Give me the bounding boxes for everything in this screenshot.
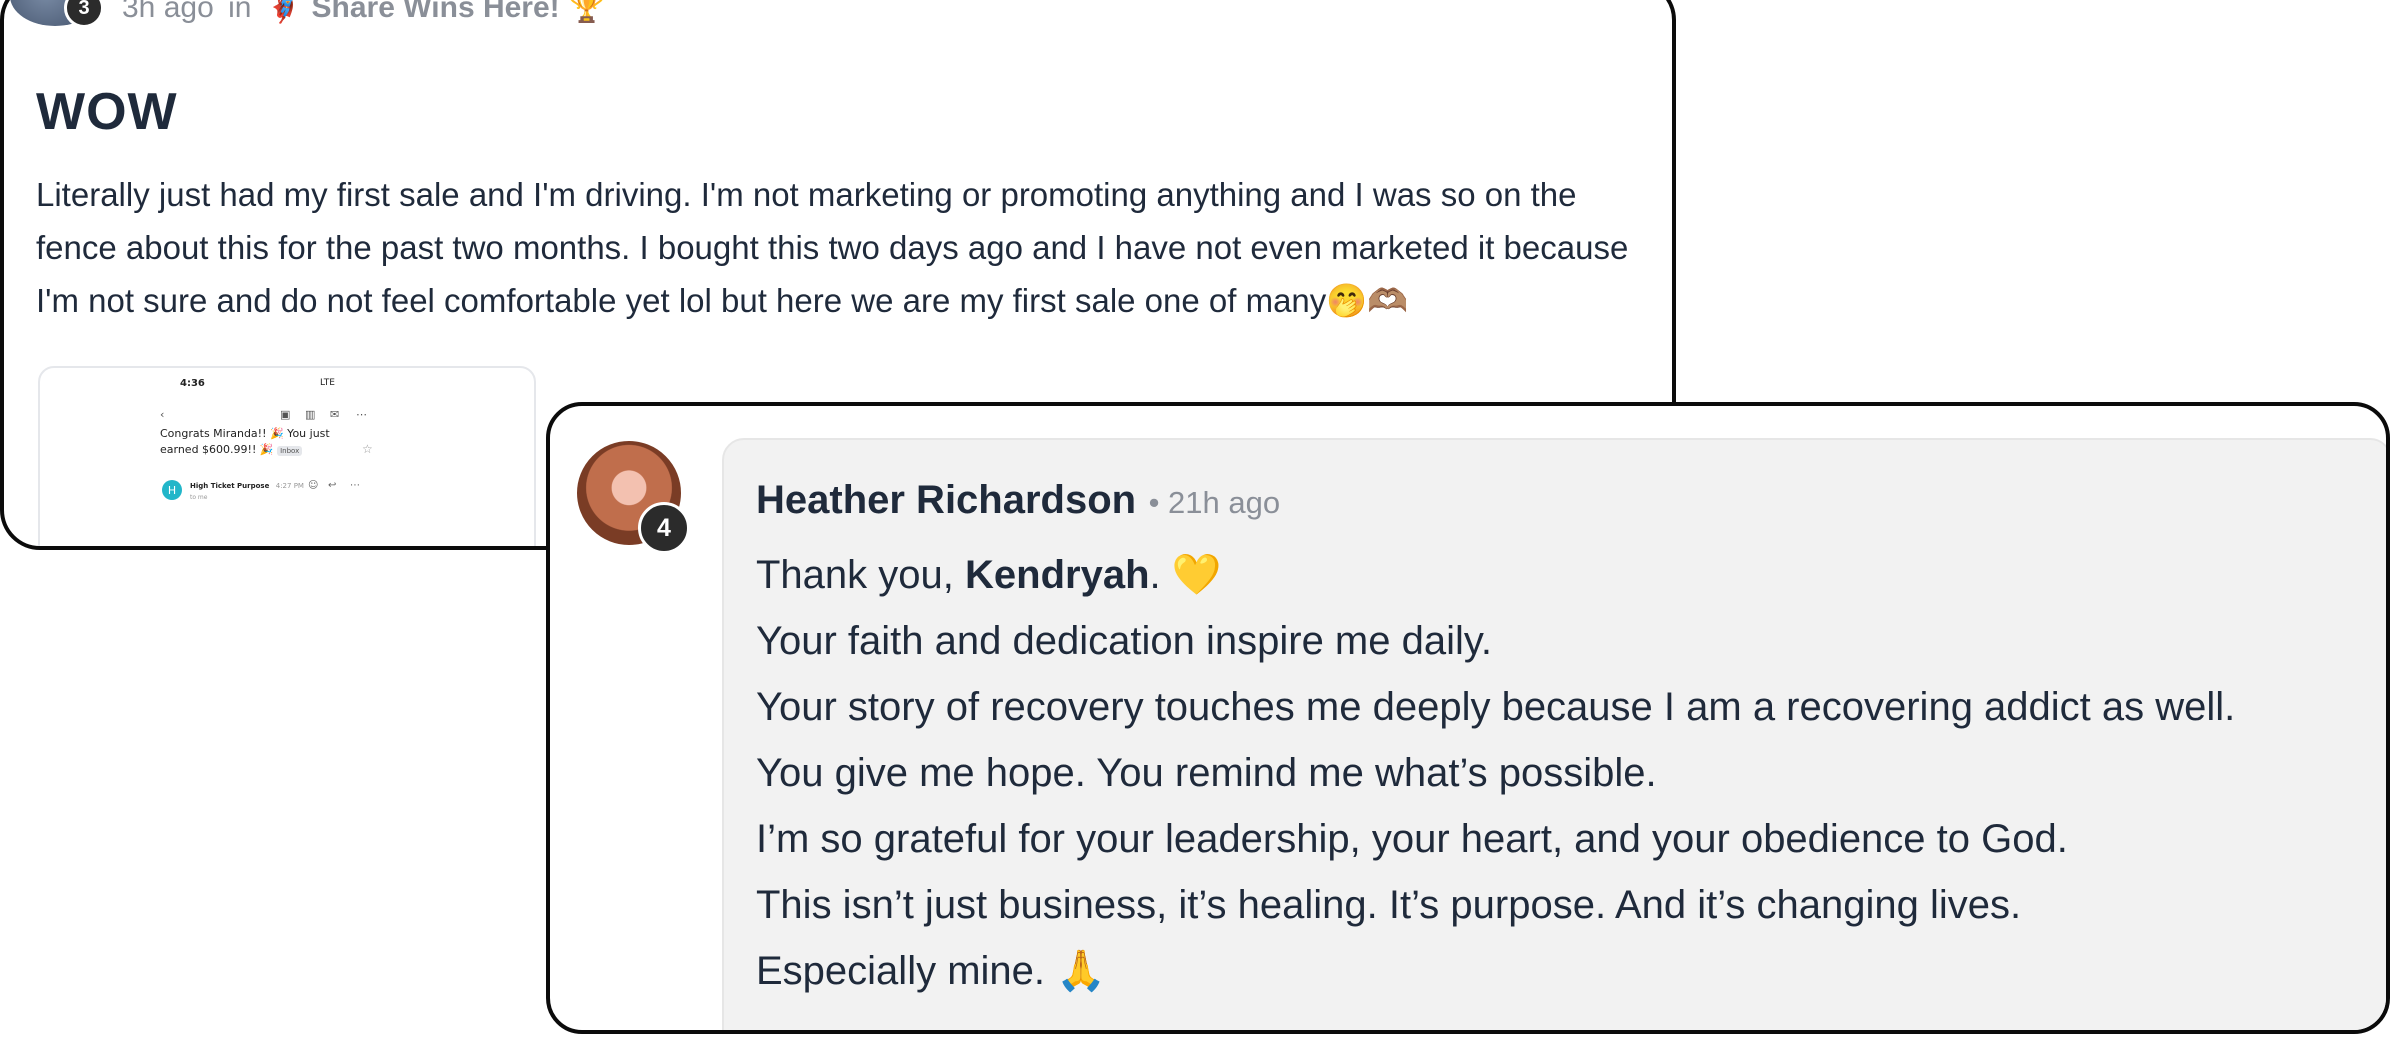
group-link[interactable]: Share Wins Here! [312,0,560,24]
reply-icon: ↩ [328,480,337,491]
delete-icon: ▥ [305,408,316,421]
email-subject: Congrats Miranda!! 🎉 You just earned $60… [160,426,360,459]
comment-line: You give me hope. You remind me what’s p… [756,751,1657,795]
inbox-label: Inbox [277,446,303,456]
phone-signal: LTE [320,378,335,388]
email-sender: High Ticket Purpose 4:27 PM [190,482,304,490]
more-icon: ⋯ [350,480,360,491]
comment-card: 4 Heather Richardson • 21h ago Thank you… [546,402,2390,1034]
sender-time: 4:27 PM [275,482,304,490]
commenter-name[interactable]: Heather Richardson [756,478,1136,522]
phone-time: 4:36 [180,378,205,389]
post-attachment-image[interactable]: 4:36 LTE ‹ ▣ ▥ ✉ ⋯ Congrats Miranda!! 🎉 … [38,366,536,546]
mail-icon: ✉ [330,408,340,421]
comment-header: Heather Richardson • 21h ago [756,478,1280,523]
sender-avatar: H [162,480,182,500]
level-badge: 4 [638,502,690,554]
post-body: Literally just had my first sale and I'm… [36,176,1629,319]
comment-line-suffix: . 💛 [1149,553,1222,597]
star-icon: ☆ [362,442,373,456]
post-title: WOW [36,83,178,141]
post-time[interactable]: 3h ago [122,0,214,24]
sender-name: High Ticket Purpose [190,482,270,490]
comment-line: Thank you, Kendryah. 💛 [756,542,2235,608]
more-icon: ⋯ [356,408,367,421]
comment-line: Your story of recovery touches me deeply… [756,685,2236,729]
post-in-label: in [228,0,252,24]
group-icon: 🦸‍♀️ [265,0,304,24]
mention[interactable]: Kendryah [965,553,1150,597]
comment-line-prefix: Thank you, [756,553,966,597]
trophy-icon: 🏆 [568,0,606,24]
archive-icon: ▣ [280,408,291,421]
email-to: to me [190,494,208,501]
comment-line: Especially mine. 🙏 [756,949,1106,993]
comment-line: I’m so grateful for your leadership, you… [756,817,2068,861]
comment-text: Thank you, Kendryah. 💛 Your faith and de… [756,542,2235,1004]
email-subject-text: Congrats Miranda!! 🎉 You just earned $60… [160,427,330,456]
comment-line: Your faith and dedication inspire me dai… [756,619,1493,663]
post-meta: 3h ago in 🦸‍♀️ Share Wins Here! 🏆 [122,0,605,25]
comment-line: This isn’t just business, it’s healing. … [756,883,2022,927]
comment-time: • 21h ago [1148,485,1281,520]
email-screenshot: 4:36 LTE ‹ ▣ ▥ ✉ ⋯ Congrats Miranda!! 🎉 … [160,368,420,546]
back-icon: ‹ [160,408,165,421]
emoji-icon: ☺ [308,480,319,491]
